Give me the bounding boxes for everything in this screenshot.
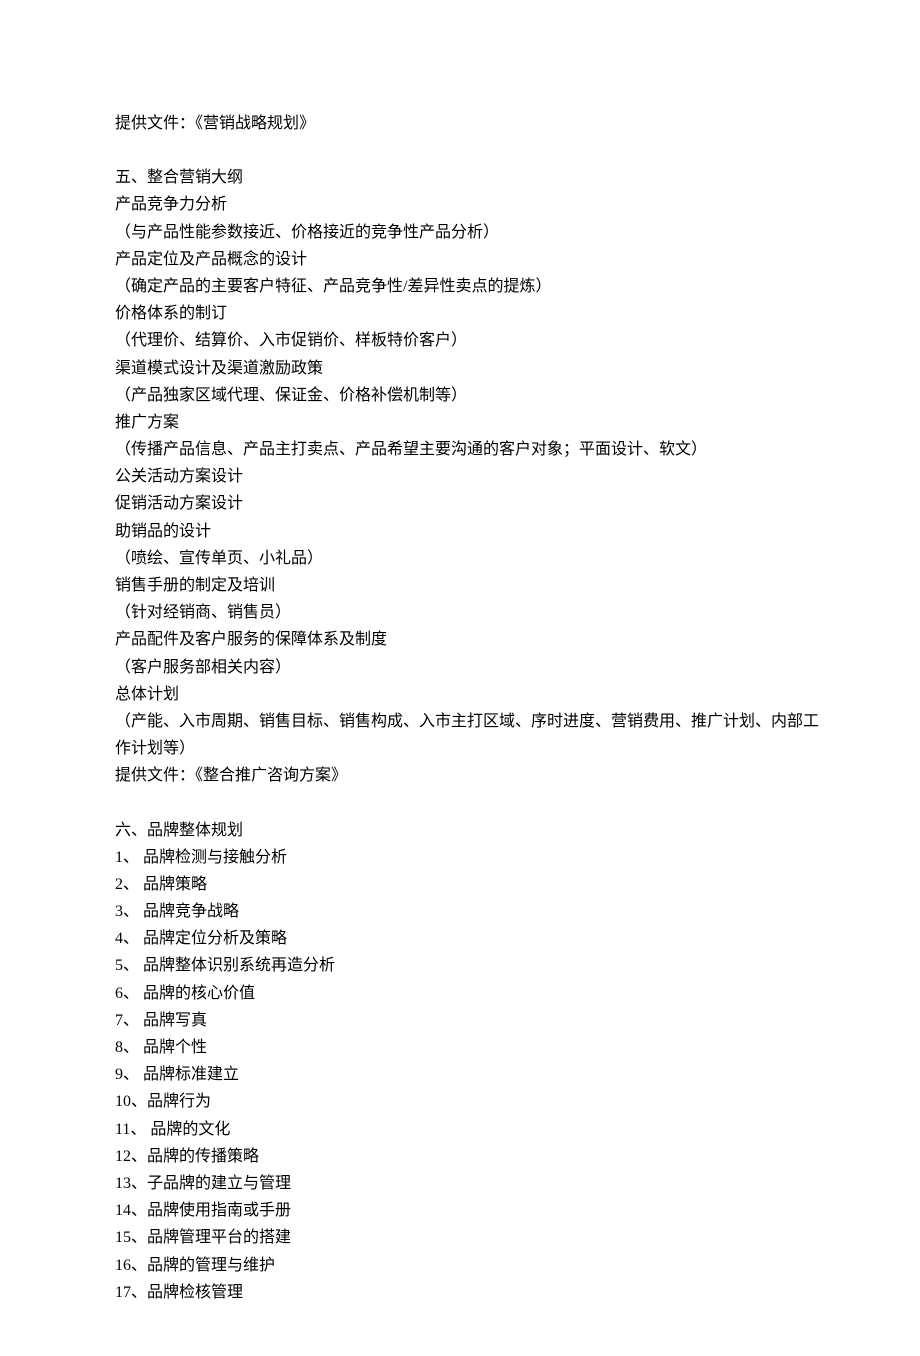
text-line: 7、 品牌写真	[115, 1007, 805, 1034]
text-line: 推广方案	[115, 409, 805, 436]
text-line: 产品定位及产品概念的设计	[115, 246, 805, 273]
text-line: 提供文件：《营销战略规划》	[115, 110, 805, 137]
text-line: 3、 品牌竞争战略	[115, 898, 805, 925]
text-line: 5、 品牌整体识别系统再造分析	[115, 952, 805, 979]
text-line: （客户服务部相关内容）	[115, 654, 805, 681]
text-line: （针对经销商、销售员）	[115, 599, 805, 626]
text-line: 价格体系的制订	[115, 300, 805, 327]
text-line: 提供文件：《整合推广咨询方案》	[115, 762, 805, 789]
text-line: （代理价、结算价、入市促销价、样板特价客户）	[115, 327, 805, 354]
text-line: 15、品牌管理平台的搭建	[115, 1224, 805, 1251]
text-line: 11、 品牌的文化	[115, 1116, 805, 1143]
text-line: 9、 品牌标准建立	[115, 1061, 805, 1088]
text-line: 公关活动方案设计	[115, 463, 805, 490]
text-line: 10、品牌行为	[115, 1088, 805, 1115]
text-line: （喷绘、宣传单页、小礼品）	[115, 545, 805, 572]
text-line: 13、子品牌的建立与管理	[115, 1170, 805, 1197]
text-line: （确定产品的主要客户特征、产品竞争性/差异性卖点的提炼）	[115, 273, 805, 300]
text-line: （产能、入市周期、销售目标、销售构成、入市主打区域、序时进度、营销费用、推广计划…	[115, 708, 805, 735]
document-body: 提供文件：《营销战略规划》五、整合营销大纲产品竞争力分析（与产品性能参数接近、价…	[115, 110, 805, 1306]
text-line: （与产品性能参数接近、价格接近的竞争性产品分析）	[115, 219, 805, 246]
text-line: 产品竞争力分析	[115, 191, 805, 218]
text-line: 14、品牌使用指南或手册	[115, 1197, 805, 1224]
text-line: 渠道模式设计及渠道激励政策	[115, 355, 805, 382]
text-line: 促销活动方案设计	[115, 490, 805, 517]
blank-line	[115, 137, 805, 164]
text-line: 2、 品牌策略	[115, 871, 805, 898]
text-line: 销售手册的制定及培训	[115, 572, 805, 599]
text-line: （传播产品信息、产品主打卖点、产品希望主要沟通的客户对象；平面设计、软文）	[115, 436, 805, 463]
text-line: 1、 品牌检测与接触分析	[115, 844, 805, 871]
text-line: 助销品的设计	[115, 518, 805, 545]
text-line: 总体计划	[115, 681, 805, 708]
text-line: 6、 品牌的核心价值	[115, 980, 805, 1007]
text-line: 12、品牌的传播策略	[115, 1143, 805, 1170]
text-line: （产品独家区域代理、保证金、价格补偿机制等）	[115, 382, 805, 409]
text-line: 8、 品牌个性	[115, 1034, 805, 1061]
text-line: 六、品牌整体规划	[115, 817, 805, 844]
text-line: 五、整合营销大纲	[115, 164, 805, 191]
blank-line	[115, 790, 805, 817]
text-line: 16、品牌的管理与维护	[115, 1252, 805, 1279]
text-line: 4、 品牌定位分析及策略	[115, 925, 805, 952]
text-line: 产品配件及客户服务的保障体系及制度	[115, 626, 805, 653]
text-line: 作计划等）	[115, 735, 805, 762]
